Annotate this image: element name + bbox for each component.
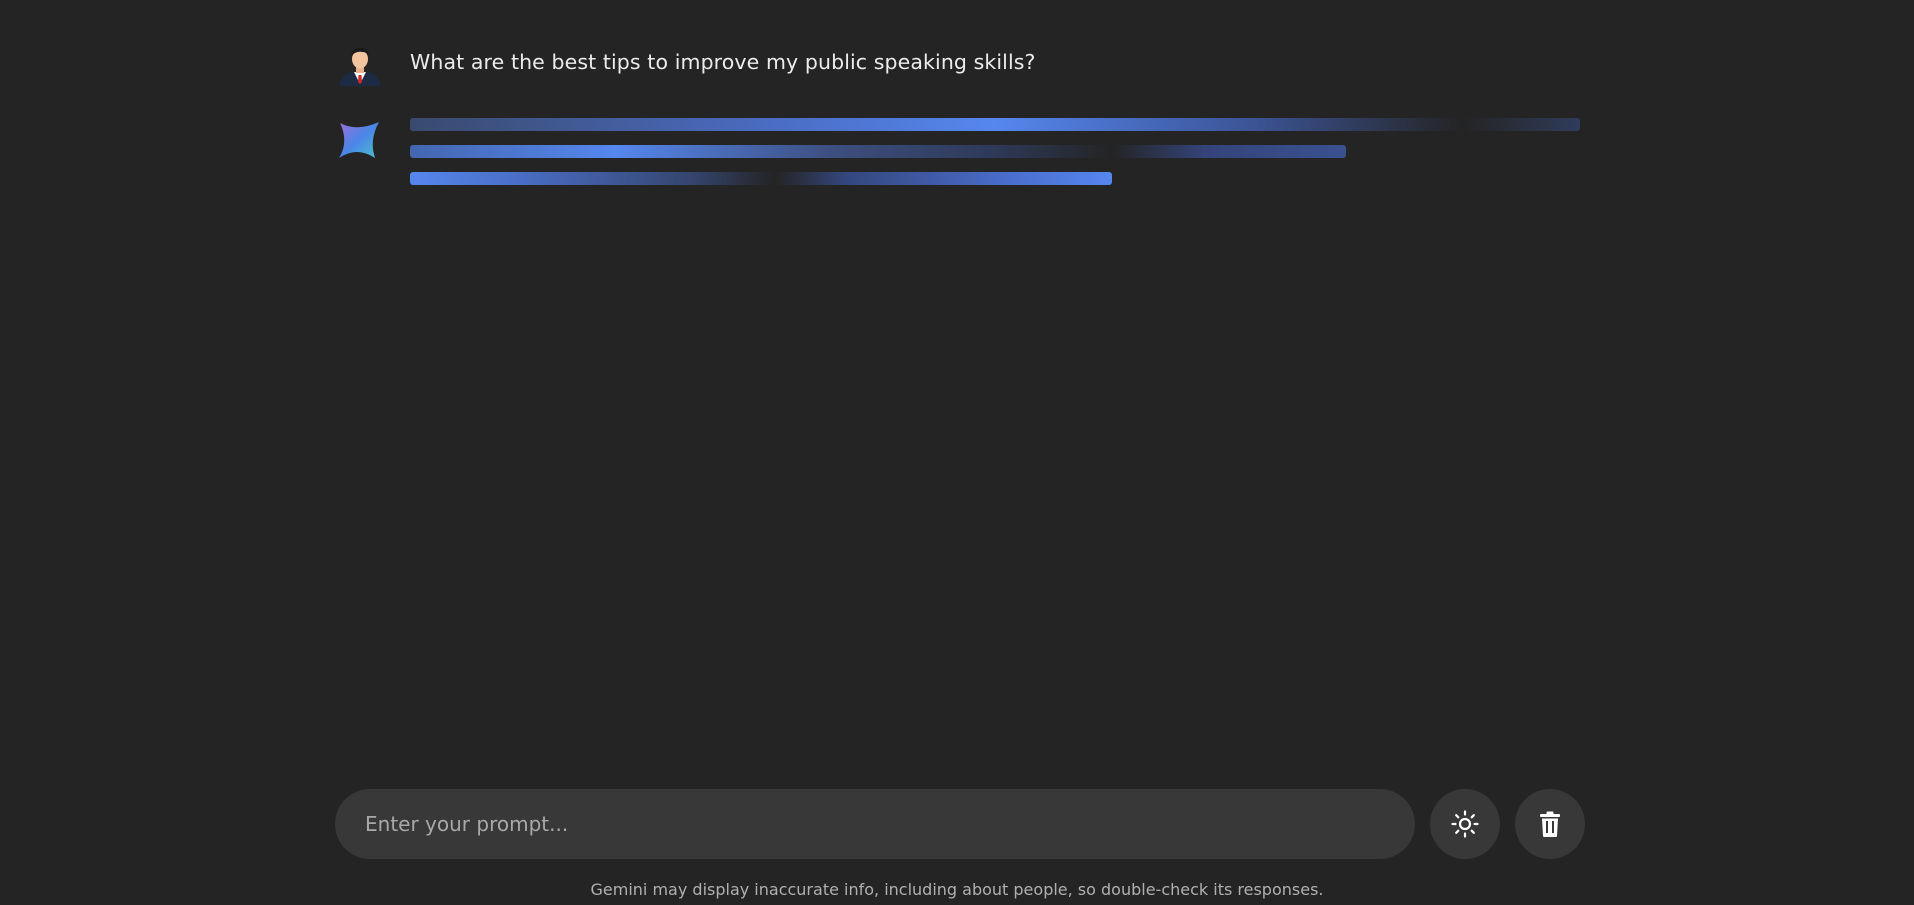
disclaimer-text: Gemini may display inaccurate info, incl…	[590, 880, 1324, 899]
gemini-icon	[335, 114, 385, 164]
trash-icon	[1540, 811, 1560, 837]
user-message-text: What are the best tips to improve my pub…	[410, 50, 1036, 74]
user-avatar	[335, 38, 385, 88]
delete-chats-button[interactable]	[1515, 789, 1585, 859]
loading-indicator	[410, 114, 1580, 185]
prompt-input[interactable]	[335, 789, 1415, 859]
model-message	[335, 114, 1585, 185]
loading-bar	[410, 118, 1580, 131]
user-message: What are the best tips to improve my pub…	[335, 38, 1036, 88]
prompt-composer	[335, 789, 1585, 859]
loading-bar	[410, 172, 1112, 185]
loading-bar	[410, 145, 1346, 158]
theme-toggle-button[interactable]	[1430, 789, 1500, 859]
sun-icon	[1451, 810, 1479, 838]
